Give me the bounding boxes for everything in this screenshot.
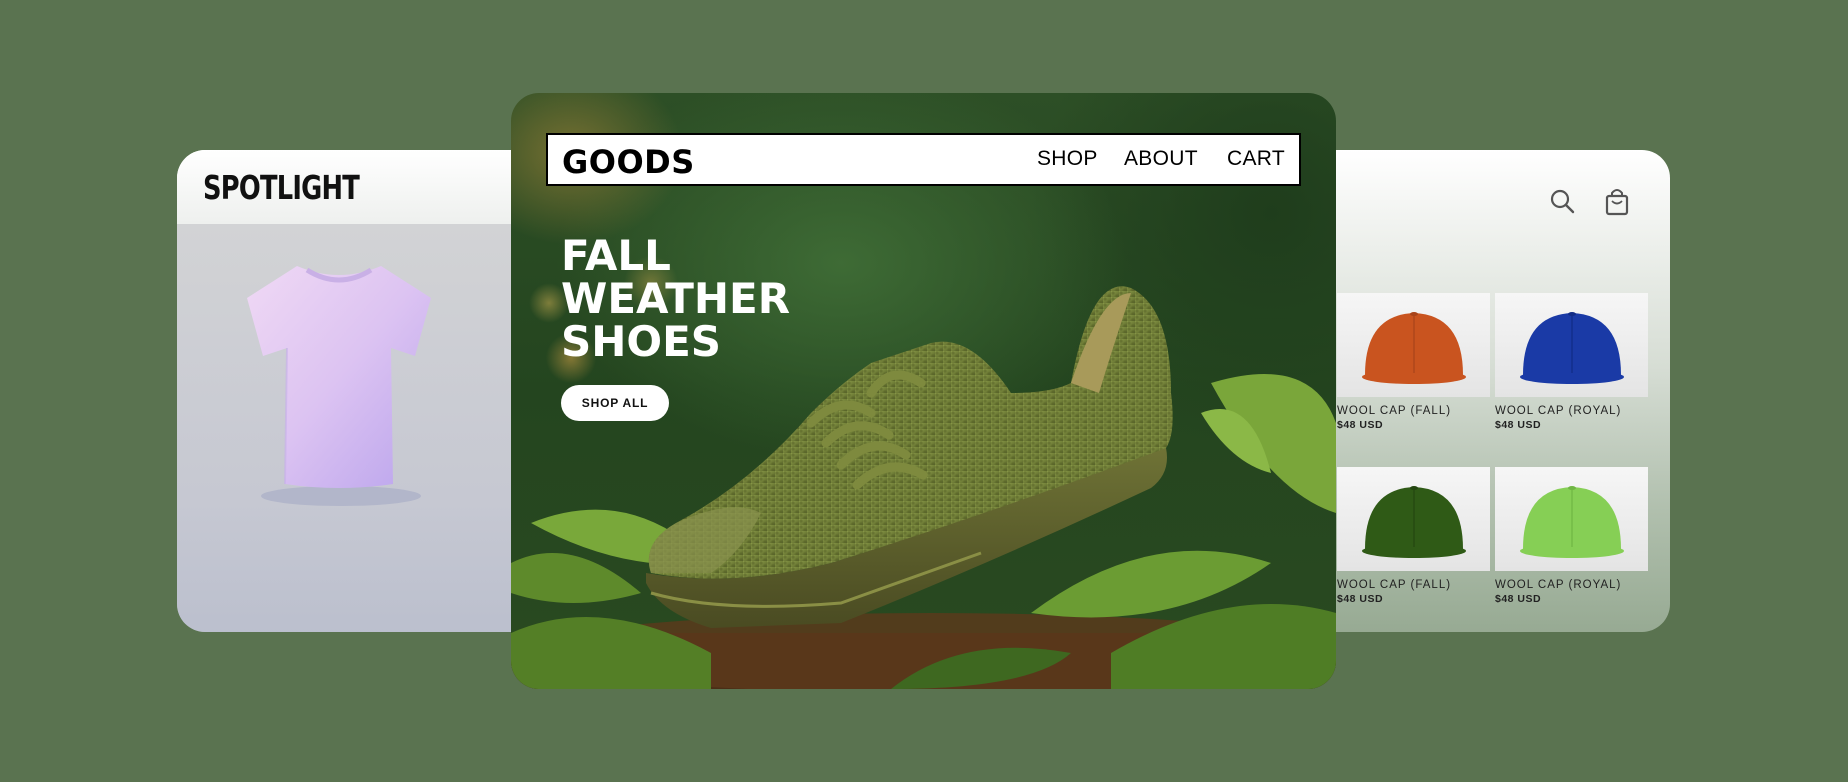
spotlight-product-image[interactable] xyxy=(177,224,557,632)
spotlight-header: SPOTLIGHT xyxy=(177,150,557,224)
hero-headline: FALL WEATHER SHOES xyxy=(561,234,861,363)
nav-cart[interactable]: CART xyxy=(1227,147,1285,171)
product-image[interactable] xyxy=(1495,467,1648,571)
product-price: $48 USD xyxy=(1495,593,1542,605)
product-card[interactable]: WOOL CAP (FALL) $48 USD xyxy=(1337,467,1490,605)
product-card[interactable]: WOOL CAP (ROYAL) $48 USD xyxy=(1495,293,1648,431)
product-image[interactable] xyxy=(1495,293,1648,397)
tshirt-icon xyxy=(247,266,431,506)
product-image[interactable] xyxy=(1337,293,1490,397)
hero-headline-line: FALL xyxy=(561,231,671,280)
product-price: $48 USD xyxy=(1337,419,1384,431)
hero-headline-line: SHOES xyxy=(561,317,722,366)
product-card[interactable]: WOOL CAP (ROYAL) $48 USD xyxy=(1495,467,1648,605)
site-navbar: GOODS SHOP ABOUT CART xyxy=(546,133,1301,186)
hero-card: GOODS SHOP ABOUT CART FALL WEATHER SHOES… xyxy=(511,93,1336,689)
product-name[interactable]: WOOL CAP (ROYAL) xyxy=(1495,405,1648,417)
spotlight-logo[interactable]: SPOTLIGHT xyxy=(203,168,360,207)
product-image[interactable] xyxy=(1337,467,1490,571)
product-price: $48 USD xyxy=(1337,593,1384,605)
product-name[interactable]: WOOL CAP (FALL) xyxy=(1337,579,1490,591)
nav-about[interactable]: ABOUT xyxy=(1124,147,1198,171)
product-price: $48 USD xyxy=(1495,419,1542,431)
product-name[interactable]: WOOL CAP (ROYAL) xyxy=(1495,579,1648,591)
shop-grid-card: WOOL CAP (FALL) $48 USD WOOL CAP (ROYAL)… xyxy=(1300,150,1670,632)
cap-icon xyxy=(1362,312,1466,384)
cap-icon xyxy=(1520,312,1624,384)
cap-icon xyxy=(1520,486,1624,558)
product-name[interactable]: WOOL CAP (FALL) xyxy=(1337,405,1490,417)
hero-headline-line: WEATHER xyxy=(561,274,791,323)
product-card[interactable]: WOOL CAP (FALL) $48 USD xyxy=(1337,293,1490,431)
nav-shop[interactable]: SHOP xyxy=(1037,147,1098,171)
shopping-bag-icon[interactable] xyxy=(1600,185,1634,219)
spotlight-card: SPOTLIGHT xyxy=(177,150,557,632)
cap-icon xyxy=(1362,486,1466,558)
shop-all-button[interactable]: SHOP ALL xyxy=(561,385,669,421)
site-logo[interactable]: GOODS xyxy=(562,143,695,181)
search-icon[interactable] xyxy=(1546,185,1580,219)
